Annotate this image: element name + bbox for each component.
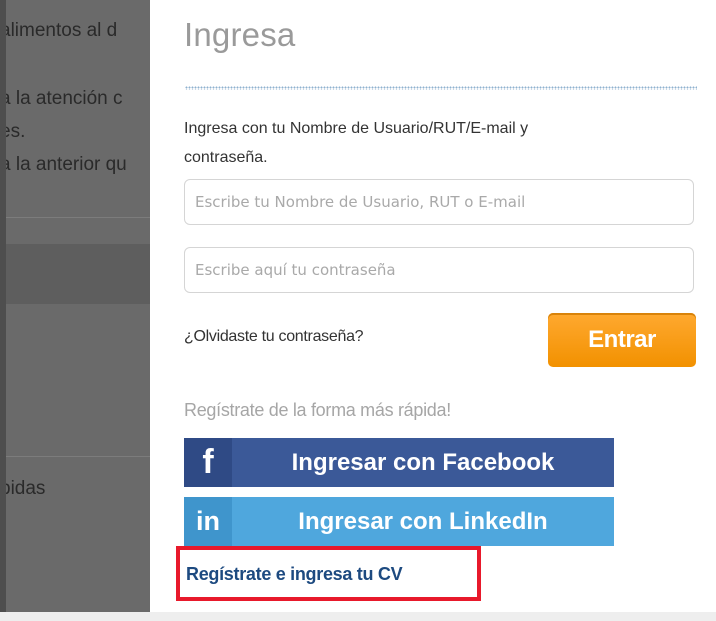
- linkedin-icon: in: [184, 497, 232, 546]
- background-text: a la atención c: [0, 88, 123, 109]
- page-bottom-strip: [0, 612, 716, 621]
- linkedin-login-label: Ingresar con LinkedIn: [298, 507, 548, 535]
- background-page: alimentos al d a la atención c es. a la …: [0, 0, 150, 621]
- background-text: a la anterior qu: [0, 154, 127, 175]
- background-band: [0, 244, 150, 304]
- background-divider: [0, 217, 150, 218]
- facebook-icon: f: [184, 438, 232, 487]
- facebook-login-button[interactable]: f Ingresar con Facebook: [184, 438, 614, 487]
- background-divider: [0, 456, 150, 457]
- linkedin-login-button[interactable]: in Ingresar con LinkedIn: [184, 497, 614, 546]
- login-title: Ingresa: [184, 16, 296, 53]
- dotted-divider: [185, 86, 697, 90]
- login-panel: Ingresa Ingresa con tu Nombre de Usuario…: [150, 0, 716, 612]
- facebook-login-label: Ingresar con Facebook: [291, 448, 555, 476]
- quick-register-text: Regístrate de la forma más rápida!: [184, 400, 451, 420]
- highlight-box: [176, 546, 481, 601]
- background-text: alimentos al d: [0, 20, 118, 41]
- background-text: bidas: [0, 478, 46, 499]
- username-input[interactable]: [184, 179, 694, 225]
- login-description: Ingresa con tu Nombre de Usuario/RUT/E-m…: [184, 120, 529, 166]
- enter-button[interactable]: Entrar: [548, 313, 696, 367]
- forgot-password-link[interactable]: ¿Olvidaste tu contraseña?: [184, 328, 364, 346]
- password-input[interactable]: [184, 247, 694, 293]
- background-edge: [0, 0, 6, 621]
